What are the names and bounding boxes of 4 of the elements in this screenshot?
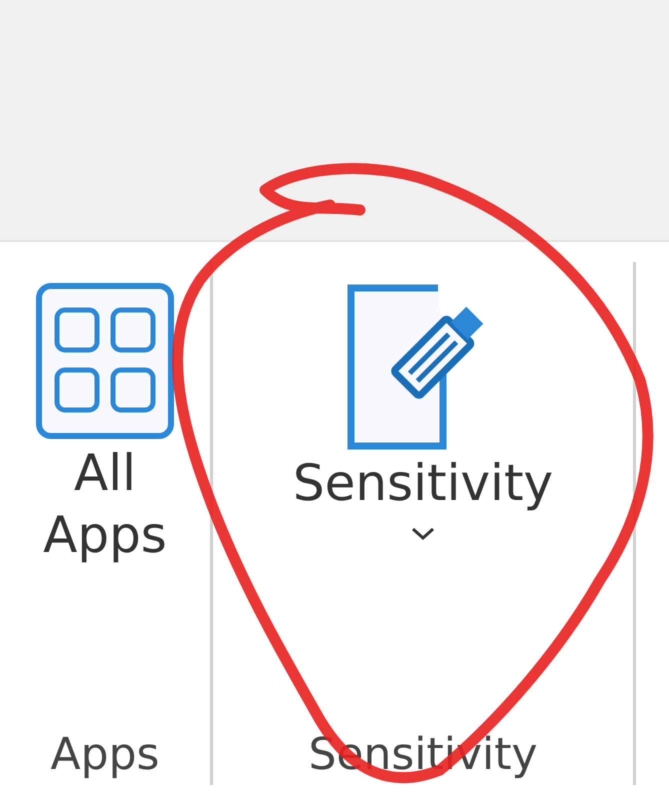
ribbon-button[interactable]: All Apps — [17, 262, 193, 729]
grid-icon — [35, 282, 175, 442]
group-label: Apps — [50, 729, 160, 782]
ribbon-button[interactable]: Sensitivity — [284, 262, 562, 729]
